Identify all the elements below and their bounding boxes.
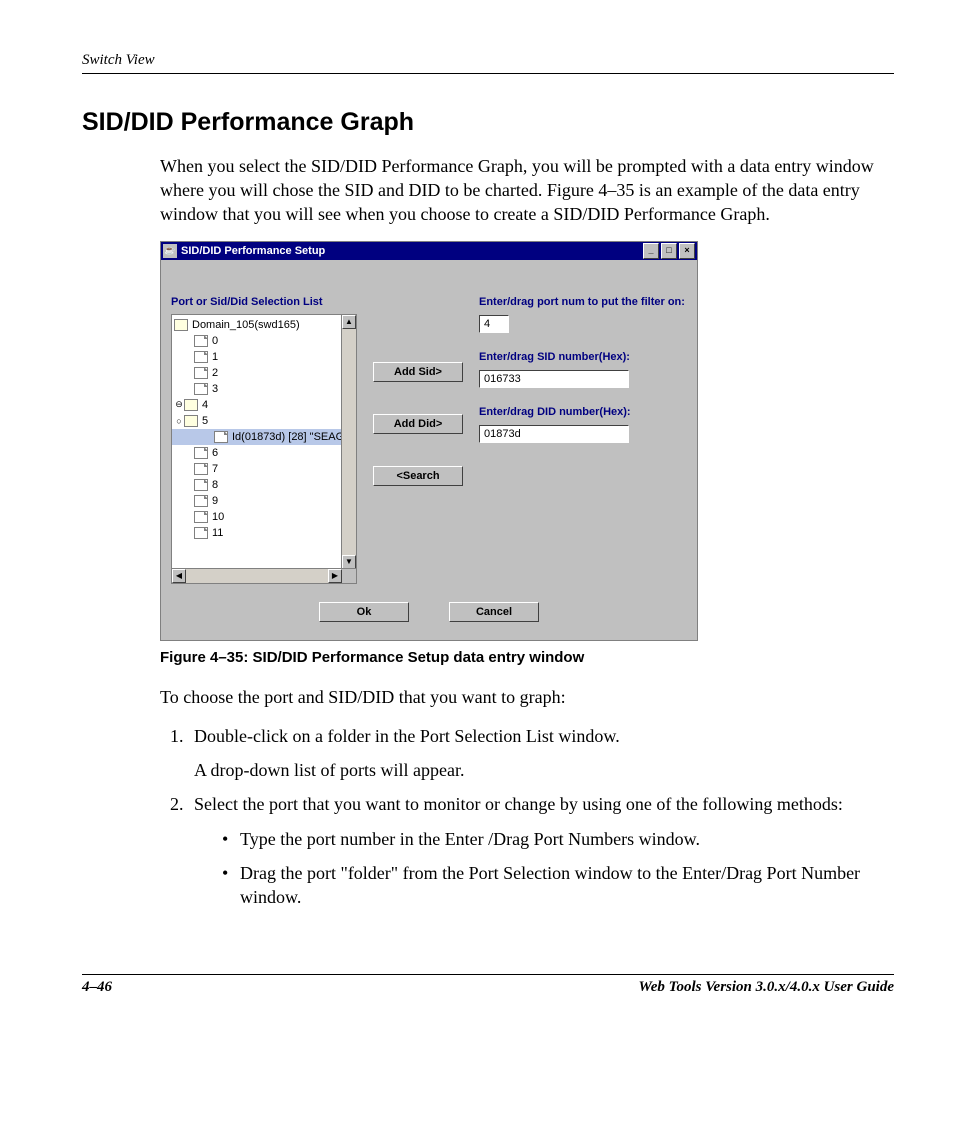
file-icon: [194, 367, 208, 379]
selection-tree[interactable]: Domain_105(swd165) 0 1 2 3 ⊖4 ○5 Id(0187…: [171, 314, 357, 584]
add-did-button[interactable]: Add Did>: [373, 414, 463, 434]
top-rule: [82, 73, 894, 74]
selection-list-panel: Port or Sid/Did Selection List Domain_10…: [171, 296, 357, 584]
steps-list: Double-click on a folder in the Port Sel…: [160, 724, 894, 910]
tree-item[interactable]: 7: [172, 461, 356, 477]
tree-item[interactable]: 2: [172, 365, 356, 381]
step-1: Double-click on a folder in the Port Sel…: [188, 724, 894, 783]
tree-item[interactable]: 9: [172, 493, 356, 509]
close-button[interactable]: ×: [679, 243, 695, 259]
step-2: Select the port that you want to monitor…: [188, 792, 894, 909]
file-icon: [214, 431, 228, 443]
guide-title: Web Tools Version 3.0.x/4.0.x User Guide: [639, 979, 894, 996]
file-icon: [194, 463, 208, 475]
tree-item-expandable[interactable]: ⊖4: [172, 397, 356, 413]
scroll-right-icon[interactable]: ▶: [328, 569, 342, 583]
minimize-button[interactable]: _: [643, 243, 659, 259]
sid-field-label: Enter/drag SID number(Hex):: [479, 351, 687, 363]
dialog-title-text: SID/DID Performance Setup: [181, 245, 325, 257]
bullet-item: Type the port number in the Enter /Drag …: [222, 827, 894, 851]
port-field-label: Enter/drag port num to put the filter on…: [479, 296, 687, 308]
scroll-down-icon[interactable]: ▼: [342, 555, 356, 569]
dialog-titlebar[interactable]: ☕ SID/DID Performance Setup _ □ ×: [161, 242, 697, 260]
step-2-bullets: Type the port number in the Enter /Drag …: [194, 827, 894, 910]
file-icon: [194, 479, 208, 491]
cancel-button[interactable]: Cancel: [449, 602, 539, 622]
expand-handle-icon[interactable]: ⊖: [174, 399, 184, 410]
tree-item[interactable]: 8: [172, 477, 356, 493]
port-input[interactable]: [479, 315, 509, 333]
vertical-scrollbar[interactable]: ▲ ▼: [341, 315, 356, 569]
expand-handle-icon[interactable]: ○: [174, 416, 184, 426]
folder-icon: [184, 415, 198, 427]
tree-item[interactable]: 3: [172, 381, 356, 397]
figure-dialog: ☕ SID/DID Performance Setup _ □ × Port o…: [160, 241, 894, 641]
step-1-sub: A drop-down list of ports will appear.: [194, 758, 894, 782]
dialog-window: ☕ SID/DID Performance Setup _ □ × Port o…: [160, 241, 698, 641]
did-field-label: Enter/drag DID number(Hex):: [479, 406, 687, 418]
file-icon: [194, 527, 208, 539]
scroll-left-icon[interactable]: ◀: [172, 569, 186, 583]
bullet-item: Drag the port "folder" from the Port Sel…: [222, 861, 894, 910]
running-header: Switch View: [82, 52, 894, 69]
file-icon: [194, 447, 208, 459]
bottom-rule: [82, 974, 894, 975]
tree-item-expandable[interactable]: ○5: [172, 413, 356, 429]
ok-button[interactable]: Ok: [319, 602, 409, 622]
folder-icon: [174, 319, 188, 331]
java-icon: ☕: [163, 244, 177, 258]
did-input[interactable]: [479, 425, 629, 443]
folder-icon: [184, 399, 198, 411]
maximize-button[interactable]: □: [661, 243, 677, 259]
tree-item[interactable]: 10: [172, 509, 356, 525]
file-icon: [194, 351, 208, 363]
add-sid-button[interactable]: Add Sid>: [373, 362, 463, 382]
tree-item[interactable]: 1: [172, 349, 356, 365]
tree-item[interactable]: 6: [172, 445, 356, 461]
file-icon: [194, 335, 208, 347]
intro-paragraph: When you select the SID/DID Performance …: [160, 155, 894, 227]
file-icon: [194, 383, 208, 395]
figure-caption: Figure 4–35: SID/DID Performance Setup d…: [160, 649, 894, 666]
selection-list-label: Port or Sid/Did Selection List: [171, 296, 357, 308]
file-icon: [194, 511, 208, 523]
page-number: 4–46: [82, 979, 112, 996]
tree-item[interactable]: 11: [172, 525, 356, 541]
tree-root[interactable]: Domain_105(swd165): [172, 317, 356, 333]
section-title: SID/DID Performance Graph: [82, 108, 894, 137]
horizontal-scrollbar[interactable]: ◀ ▶: [172, 568, 356, 583]
steps-lead: To choose the port and SID/DID that you …: [160, 686, 894, 710]
tree-item[interactable]: 0: [172, 333, 356, 349]
file-icon: [194, 495, 208, 507]
search-button[interactable]: <Search: [373, 466, 463, 486]
tree-item-selected[interactable]: Id(01873d) [28] "SEAGAT: [172, 429, 356, 445]
scroll-up-icon[interactable]: ▲: [342, 315, 356, 329]
sid-input[interactable]: [479, 370, 629, 388]
